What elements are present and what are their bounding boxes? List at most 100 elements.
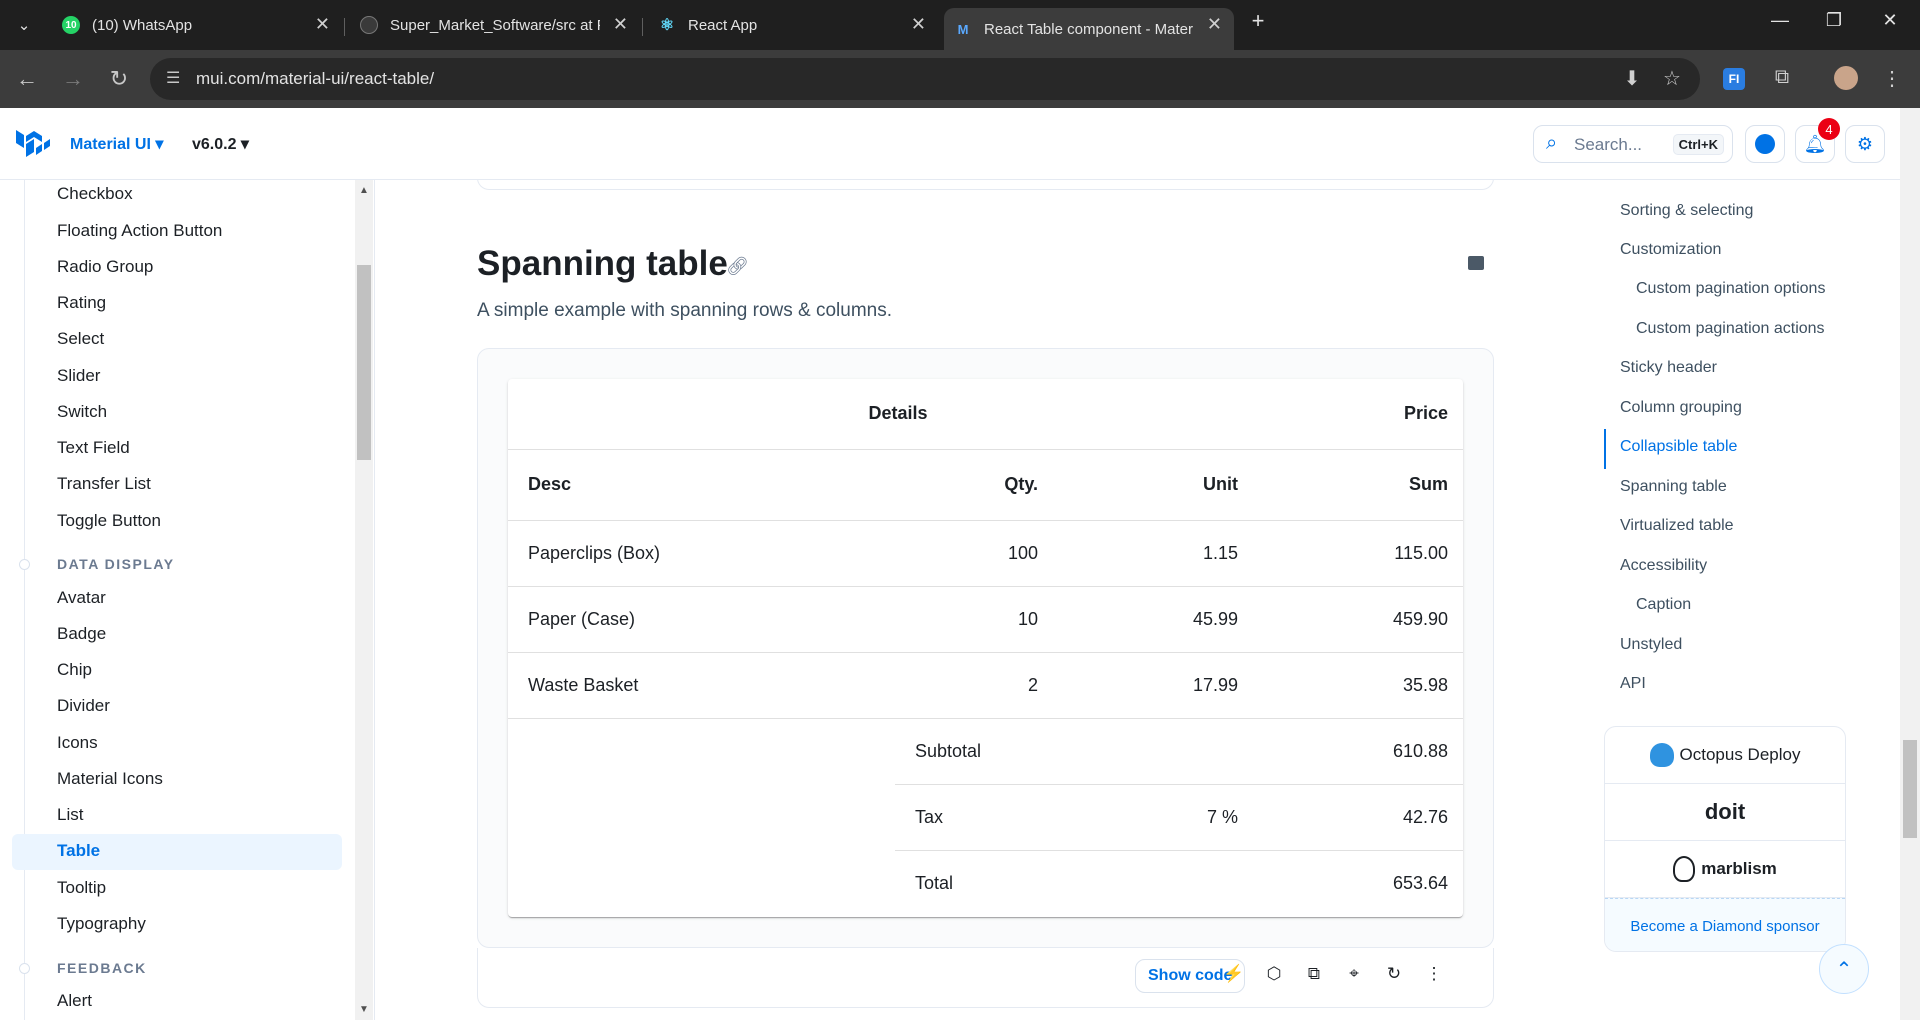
search-placeholder: Search...: [1574, 135, 1643, 154]
sidebar-item-chip[interactable]: Chip: [57, 660, 92, 680]
scroll-up-icon[interactable]: ▲: [359, 185, 369, 196]
chevron-down-icon: ⌄: [17, 17, 31, 34]
page-scrollbar-thumb[interactable]: [1903, 740, 1917, 838]
search-button[interactable]: ⌕ Search... Ctrl+K: [1533, 125, 1733, 163]
sponsor-name: marblism: [1701, 859, 1777, 878]
restore-icon[interactable]: ❐: [1814, 10, 1854, 31]
feedback-icon[interactable]: [1468, 256, 1484, 270]
focus-icon[interactable]: ⌖: [1343, 964, 1365, 984]
reset-icon[interactable]: ↻: [1383, 964, 1405, 984]
cell-sum: 35.98: [1402, 675, 1448, 695]
minimize-icon[interactable]: —: [1760, 10, 1800, 31]
sponsor-doit[interactable]: doit: [1605, 784, 1845, 841]
sidebar-item-table[interactable]: Table: [57, 841, 100, 861]
toc-item-sticky-header[interactable]: Sticky header: [1620, 359, 1717, 377]
toc-item-spanning[interactable]: Spanning table: [1620, 478, 1727, 496]
toc-item-sorting[interactable]: Sorting & selecting: [1620, 202, 1753, 220]
reload-icon[interactable]: ↻: [104, 67, 134, 91]
forward-icon[interactable]: →: [58, 67, 88, 91]
version-selector[interactable]: v6.0.2 ▾: [192, 134, 249, 154]
sidebar-item-divider[interactable]: Divider: [57, 696, 110, 716]
address-bar[interactable]: ☰ mui.com/material-ui/react-table/ ⬇ ☆: [150, 58, 1700, 100]
window-close-icon[interactable]: ✕: [1870, 10, 1910, 31]
sidebar-guide-line: [24, 180, 25, 1020]
toc-item-column-grouping[interactable]: Column grouping: [1620, 399, 1742, 417]
sidebar-item-switch[interactable]: Switch: [57, 402, 107, 422]
sidebar-item-fab[interactable]: Floating Action Button: [57, 221, 222, 241]
mui-icon: M: [957, 21, 969, 37]
puzzle-icon[interactable]: ⧉: [1768, 66, 1796, 89]
tab-react-app[interactable]: ⚛ React App ✕: [648, 8, 938, 42]
sidebar-item-badge[interactable]: Badge: [57, 624, 106, 644]
toc-item-api[interactable]: API: [1620, 675, 1646, 693]
sidebar-item-toggle-button[interactable]: Toggle Button: [57, 511, 161, 531]
tab-whatsapp[interactable]: 10 (10) WhatsApp ✕: [52, 8, 342, 42]
toc-item-customization[interactable]: Customization: [1620, 241, 1721, 259]
anchor-link-icon[interactable]: 🔗︎: [726, 256, 749, 277]
tab-github[interactable]: Super_Market_Software/src at F ✕: [350, 8, 640, 42]
toc-item-collapsible[interactable]: Collapsible table: [1620, 438, 1737, 456]
sidebar-item-checkbox[interactable]: Checkbox: [57, 184, 133, 204]
sidebar-item-text-field[interactable]: Text Field: [57, 438, 130, 458]
settings-button[interactable]: ⚙: [1845, 125, 1885, 163]
codesandbox-icon[interactable]: ⬡: [1263, 964, 1285, 984]
close-icon[interactable]: ✕: [315, 14, 330, 35]
sidebar-item-rating[interactable]: Rating: [57, 293, 106, 313]
close-icon[interactable]: ✕: [613, 14, 628, 35]
sponsor-octopus[interactable]: Octopus Deploy: [1605, 727, 1845, 784]
sidebar-item-avatar[interactable]: Avatar: [57, 588, 106, 608]
sidebar-item-list[interactable]: List: [57, 805, 83, 825]
sidebar-item-typography[interactable]: Typography: [57, 914, 146, 934]
more-icon[interactable]: ⋮: [1423, 964, 1445, 984]
extension-icon[interactable]: FI: [1720, 66, 1748, 90]
sponsor-marblism[interactable]: marblism: [1605, 841, 1845, 898]
toc-item-caption[interactable]: Caption: [1636, 596, 1691, 614]
toc-item-unstyled[interactable]: Unstyled: [1620, 636, 1682, 654]
sidebar-item-tooltip[interactable]: Tooltip: [57, 878, 106, 898]
close-icon[interactable]: ✕: [1207, 14, 1222, 35]
tab-search-button[interactable]: ⌄: [4, 8, 44, 42]
close-icon[interactable]: ✕: [911, 14, 926, 35]
sidebar-item-icons[interactable]: Icons: [57, 733, 98, 753]
sidebar-item-transfer-list[interactable]: Transfer List: [57, 474, 151, 494]
toc-item-pagination-actions[interactable]: Custom pagination actions: [1636, 320, 1825, 338]
sidebar-item-material-icons[interactable]: Material Icons: [57, 769, 163, 789]
row-divider: [508, 586, 1463, 587]
toc-item-accessibility[interactable]: Accessibility: [1620, 557, 1707, 575]
search-shortcut: Ctrl+K: [1672, 134, 1724, 155]
cell-sum: 115.00: [1394, 543, 1448, 563]
url-text: mui.com/material-ui/react-table/: [196, 69, 435, 88]
browser-menu-icon[interactable]: ⋮: [1878, 66, 1906, 91]
profile-avatar[interactable]: [1832, 66, 1860, 96]
back-icon[interactable]: ←: [12, 67, 42, 91]
toc-item-pagination-options[interactable]: Custom pagination options: [1636, 280, 1825, 298]
notification-badge: 4: [1818, 118, 1840, 140]
mui-logo[interactable]: [14, 128, 52, 165]
page-scrollbar[interactable]: [1900, 108, 1920, 1020]
sidebar-item-alert[interactable]: Alert: [57, 991, 92, 1011]
copy-icon[interactable]: ⧉: [1303, 964, 1325, 984]
sidebar-scrollbar[interactable]: ▲ ▼: [355, 180, 373, 1020]
sidebar-item-radio-group[interactable]: Radio Group: [57, 257, 153, 277]
main-content: Spanning table 🔗︎ A simple example with …: [376, 180, 1576, 1020]
scroll-to-top-button[interactable]: ⌃: [1819, 944, 1869, 994]
install-app-icon[interactable]: ⬇: [1618, 66, 1646, 91]
bookmark-star-icon[interactable]: ☆: [1658, 66, 1686, 91]
notifications-button[interactable]: 🔔︎ 4: [1795, 118, 1840, 163]
toc-item-virtualized[interactable]: Virtualized table: [1620, 517, 1734, 535]
scrollbar-thumb[interactable]: [357, 265, 371, 460]
product-selector[interactable]: Material UI ▾: [70, 134, 163, 154]
stackblitz-icon[interactable]: ⚡: [1223, 964, 1245, 984]
github-button[interactable]: [1745, 125, 1785, 163]
tab-mui-table[interactable]: M React Table component - Mater ✕: [944, 8, 1234, 50]
become-sponsor-link[interactable]: Become a Diamond sponsor: [1605, 898, 1845, 951]
header-details: Details: [868, 403, 928, 423]
github-icon: [1755, 134, 1775, 154]
sidebar-item-slider[interactable]: Slider: [57, 366, 100, 386]
subtotal-label: Subtotal: [915, 741, 982, 761]
site-settings-icon[interactable]: ☰: [166, 68, 180, 88]
sidebar-item-select[interactable]: Select: [57, 329, 104, 349]
new-tab-button[interactable]: +: [1238, 8, 1278, 34]
spanning-table: Details Price Desc Qty. Unit Sum Papercl…: [508, 379, 1463, 917]
scroll-down-icon[interactable]: ▼: [359, 1004, 369, 1015]
